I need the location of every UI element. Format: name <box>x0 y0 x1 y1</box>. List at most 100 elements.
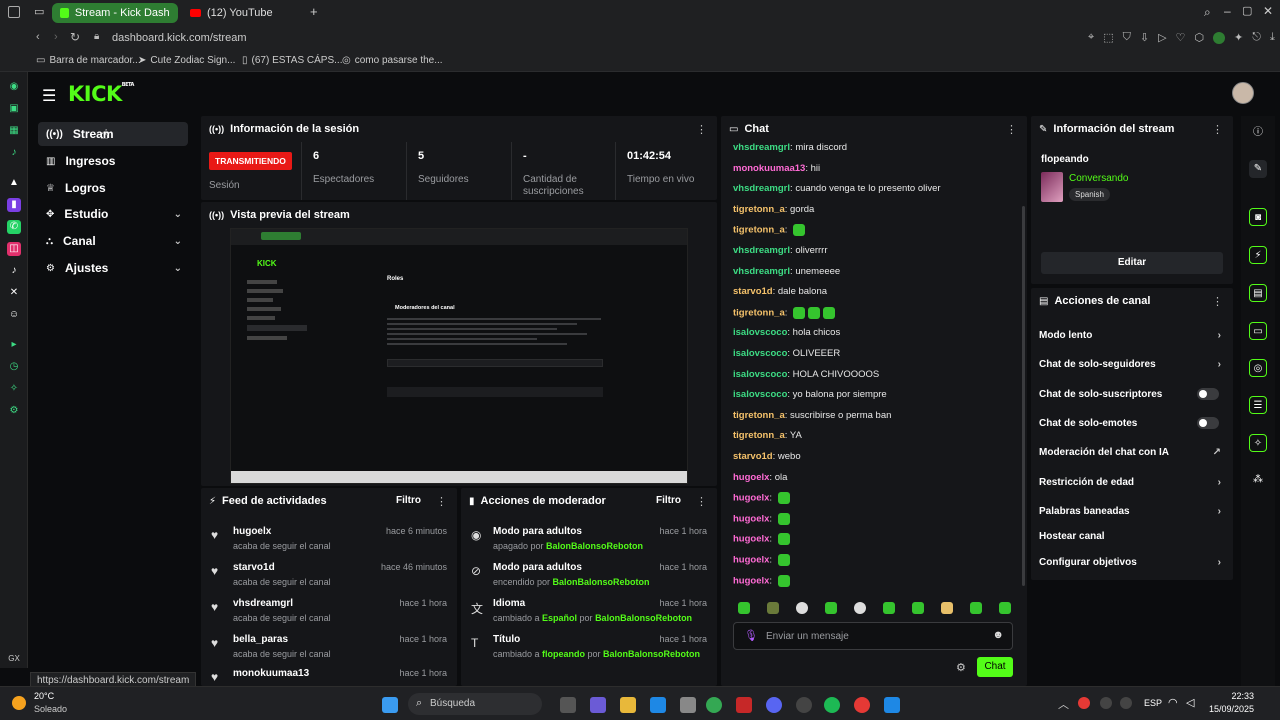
play-icon[interactable]: ▷ <box>1158 31 1166 44</box>
filter-button[interactable]: Filtro <box>396 495 421 506</box>
emote-icon[interactable] <box>999 602 1011 614</box>
tray-icon[interactable] <box>1120 697 1132 709</box>
broadcast-icon[interactable]: ◎ <box>1249 359 1267 377</box>
action-age-restriction[interactable]: Restricción de edad › <box>1039 470 1225 494</box>
action-host-channel[interactable]: Hostear canal <box>1039 524 1225 548</box>
subscribers-only-toggle[interactable] <box>1197 388 1219 400</box>
chat-username[interactable]: hugoelx <box>733 513 769 524</box>
chrome-icon[interactable] <box>706 697 722 713</box>
chat-settings-icon[interactable]: ⚙ <box>956 661 966 674</box>
kebab-icon[interactable]: ⋮ <box>1212 123 1223 136</box>
wifi-icon[interactable]: ◠ <box>1168 696 1178 709</box>
mod-user[interactable]: BalonBalonsoReboton <box>546 541 643 551</box>
maximize-icon[interactable]: ▢ <box>1242 4 1252 17</box>
chat-username[interactable]: hugoelx <box>733 555 769 566</box>
mod-user[interactable]: BalonBalonsoReboton <box>595 613 692 623</box>
task-view-icon[interactable] <box>560 697 576 713</box>
bookmark-zodiac[interactable]: ➤ Cute Zodiac Sign... <box>138 55 235 66</box>
feed-user[interactable]: starvo1d <box>233 562 275 573</box>
action-followers-only[interactable]: Chat de solo-seguidores › <box>1039 352 1225 376</box>
close-icon[interactable]: ✕ <box>1263 4 1273 18</box>
bookmark-folder[interactable]: ▭ Barra de marcador... <box>36 55 141 66</box>
chat-username[interactable]: hugoelx <box>733 493 769 504</box>
chat-username[interactable]: vhsdreamgrl <box>733 142 790 153</box>
taskbar-search[interactable]: ⌕ Búsqueda <box>408 693 542 715</box>
chevron-up-icon[interactable]: ︿ <box>1058 696 1069 712</box>
reload-icon[interactable]: ↻ <box>70 30 80 44</box>
downloads-icon[interactable]: ⤓ <box>1270 31 1275 44</box>
chat-username[interactable]: vhsdreamgrl <box>733 266 790 277</box>
teams-icon[interactable] <box>590 697 606 713</box>
category-link[interactable]: Conversando <box>1069 173 1128 184</box>
extensions-icon[interactable]: ✦ <box>1234 31 1243 44</box>
info-icon[interactable]: ⓘ <box>1249 124 1267 142</box>
hamburger-menu-icon[interactable]: ☰ <box>42 86 56 106</box>
twitch-icon[interactable]: ▮ <box>7 198 21 212</box>
new-tab-icon[interactable]: + <box>310 4 318 19</box>
mod-user[interactable]: BalonBalonsoReboton <box>553 577 650 587</box>
chat-send-button[interactable]: Chat <box>977 657 1013 677</box>
emote-icon[interactable] <box>941 602 953 614</box>
nav-item-canal[interactable]: ⛬ Canal ⌄ <box>38 229 188 253</box>
action-goals[interactable]: Configurar objetivos › <box>1039 550 1225 574</box>
stream-video[interactable]: KICK Roles Moderadores del canal <box>230 228 688 484</box>
app-icon[interactable] <box>884 697 900 713</box>
chat-username[interactable]: starvo1d <box>733 451 773 462</box>
emote-icon[interactable] <box>825 602 837 614</box>
emote-icon[interactable] <box>970 602 982 614</box>
store-icon[interactable] <box>650 697 666 713</box>
chat-username[interactable]: tigretonn_a <box>733 430 785 441</box>
emote-icon[interactable] <box>854 602 866 614</box>
emote-icon[interactable] <box>738 602 750 614</box>
chat-message-list[interactable]: vhsdreamgrl: mira discord monokuumaa13: h… <box>721 140 1019 592</box>
search-icon[interactable]: ⌕ <box>1204 5 1211 20</box>
x-icon[interactable]: ✕ <box>7 286 21 300</box>
emote-icon[interactable] <box>796 602 808 614</box>
heart-icon[interactable]: ♡ <box>1176 31 1186 44</box>
back-icon[interactable]: ‹ <box>36 31 40 43</box>
clipboard-icon[interactable]: ▤ <box>1249 284 1267 302</box>
lightning-icon[interactable]: ⚡ <box>1249 246 1267 264</box>
emote-icon[interactable] <box>883 602 895 614</box>
bag-icon[interactable]: ▣ <box>7 102 21 116</box>
share-icon[interactable]: ⎋ <box>1252 31 1261 44</box>
whatsapp-icon[interactable]: ✆ <box>7 220 21 234</box>
music-icon[interactable]: ♪ <box>7 146 21 160</box>
app-icon[interactable] <box>680 697 696 713</box>
chat-username[interactable]: vhsdreamgrl <box>733 183 790 194</box>
bookmark-guide[interactable]: ◎ como pasarse the... <box>342 55 443 66</box>
action-ai-moderation[interactable]: Moderación del chat con IA ↗ <box>1039 440 1225 464</box>
tray-icon[interactable] <box>1100 697 1112 709</box>
chat-username[interactable]: isalovscoco <box>733 327 787 338</box>
microphone-icon[interactable]: 🎙︎ <box>744 629 758 642</box>
chat-username[interactable]: tigretonn_a <box>733 204 785 215</box>
chat-input[interactable]: 🎙︎ Enviar un mensaje ☻ <box>733 622 1013 650</box>
spotify-icon[interactable] <box>824 697 840 713</box>
kebab-icon[interactable]: ⋮ <box>696 495 707 508</box>
tab-search-icon[interactable]: ▭ <box>34 5 44 18</box>
vpn-icon[interactable] <box>1213 31 1226 44</box>
feed-user[interactable]: bella_paras <box>233 634 288 645</box>
nav-item-ajustes[interactable]: ⚙ Ajustes ⌄ <box>38 256 188 280</box>
action-banned-words[interactable]: Palabras baneadas › <box>1039 499 1225 523</box>
clock-date[interactable]: 15/09/2025 <box>1206 704 1254 714</box>
camera-icon[interactable]: ◙ <box>1249 208 1267 226</box>
wrench-icon[interactable]: ✧ <box>1249 434 1267 452</box>
tiktok-icon[interactable]: ♪ <box>7 264 21 278</box>
chat-username[interactable]: starvo1d <box>733 286 773 297</box>
app-icon[interactable]: ▲ <box>7 176 21 190</box>
nav-item-stream[interactable]: ((•)) Stream <box>38 122 188 146</box>
share-nodes-icon[interactable]: ⁂ <box>1249 471 1267 489</box>
feed-user[interactable]: vhsdreamgrl <box>233 598 293 609</box>
edit-button[interactable]: Editar <box>1041 252 1223 274</box>
feed-user[interactable]: hugoelx <box>233 526 271 537</box>
workspace-icon[interactable] <box>8 6 20 18</box>
list-icon[interactable]: ☰ <box>1249 396 1267 414</box>
emote-icon[interactable] <box>912 602 924 614</box>
download-arrow-icon[interactable]: ⇩ <box>1140 31 1149 44</box>
windows-start-icon[interactable] <box>382 697 398 713</box>
nav-item-logros[interactable]: ♕ Logros <box>38 176 188 200</box>
tab-youtube[interactable]: (12) YouTube <box>182 3 308 23</box>
pin-icon[interactable]: ⌖ <box>1088 31 1094 44</box>
chat-username[interactable]: monokuumaa13 <box>733 163 805 174</box>
